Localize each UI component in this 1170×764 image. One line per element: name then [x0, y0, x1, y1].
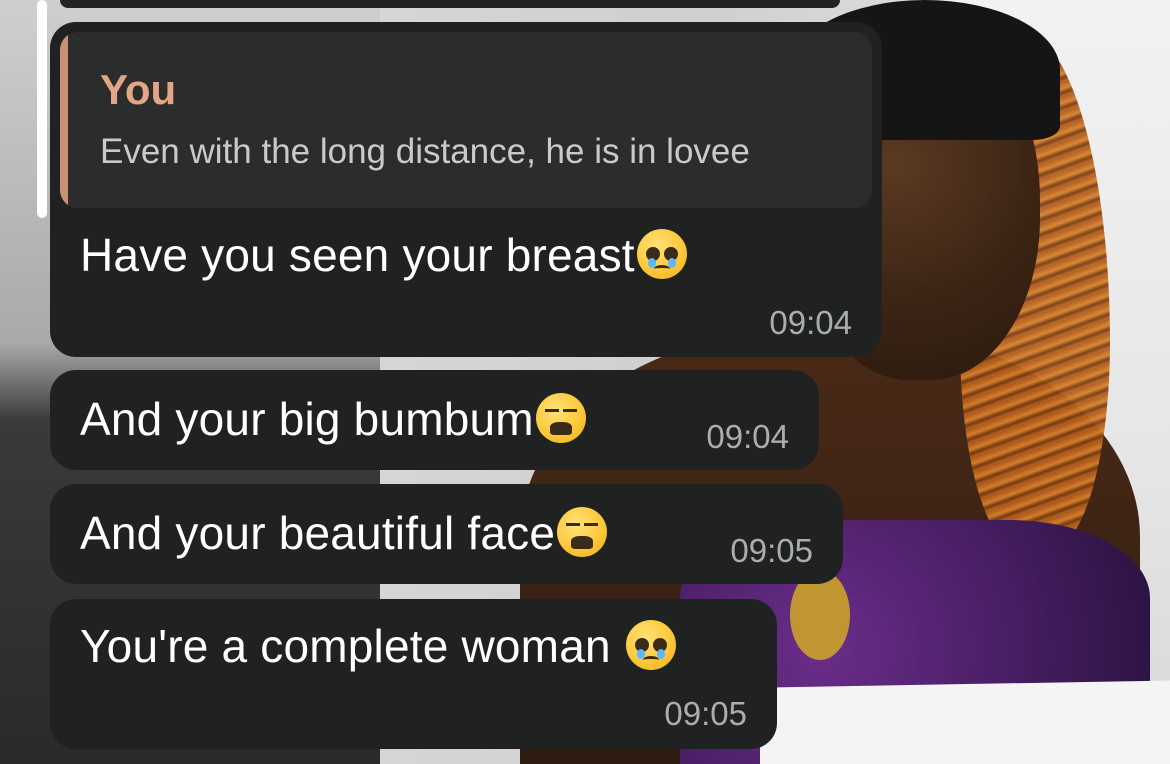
message-bubble-3[interactable]: And your beautiful face 09:05 — [50, 484, 843, 584]
message-text: You're a complete woman — [80, 620, 624, 672]
reply-author: You — [100, 66, 177, 113]
message-timestamp: 09:04 — [706, 418, 789, 455]
scroll-indicator[interactable] — [37, 0, 47, 218]
reply-quote[interactable]: You Even with the long distance, he is i… — [60, 32, 872, 208]
message-timestamp: 09:04 — [769, 304, 852, 341]
background-paper — [760, 680, 1170, 764]
pleading-face-icon — [625, 620, 676, 670]
message-bubble-2[interactable]: And your big bumbum 09:04 — [50, 370, 819, 470]
weary-face-icon — [535, 393, 586, 443]
message-text-wrap: Have you seen your breast — [80, 228, 687, 282]
pleading-face-icon — [636, 229, 687, 279]
message-text: And your beautiful face — [80, 507, 556, 559]
message-text: Have you seen your breast — [80, 229, 635, 281]
message-bubble-4[interactable]: You're a complete woman 09:05 — [50, 599, 777, 749]
message-timestamp: 09:05 — [730, 532, 813, 569]
reply-text: Even with the long distance, he is in lo… — [100, 132, 750, 171]
message-bubble-1[interactable]: You Even with the long distance, he is i… — [50, 22, 882, 357]
message-text-wrap: You're a complete woman — [80, 619, 676, 673]
message-text-wrap: And your beautiful face — [80, 506, 608, 560]
reply-quote-bar — [60, 32, 68, 208]
message-text-wrap: And your big bumbum — [80, 392, 586, 446]
previous-message-edge — [60, 0, 840, 8]
message-timestamp: 09:05 — [664, 695, 747, 732]
message-text: And your big bumbum — [80, 393, 534, 445]
weary-face-icon — [557, 507, 608, 557]
